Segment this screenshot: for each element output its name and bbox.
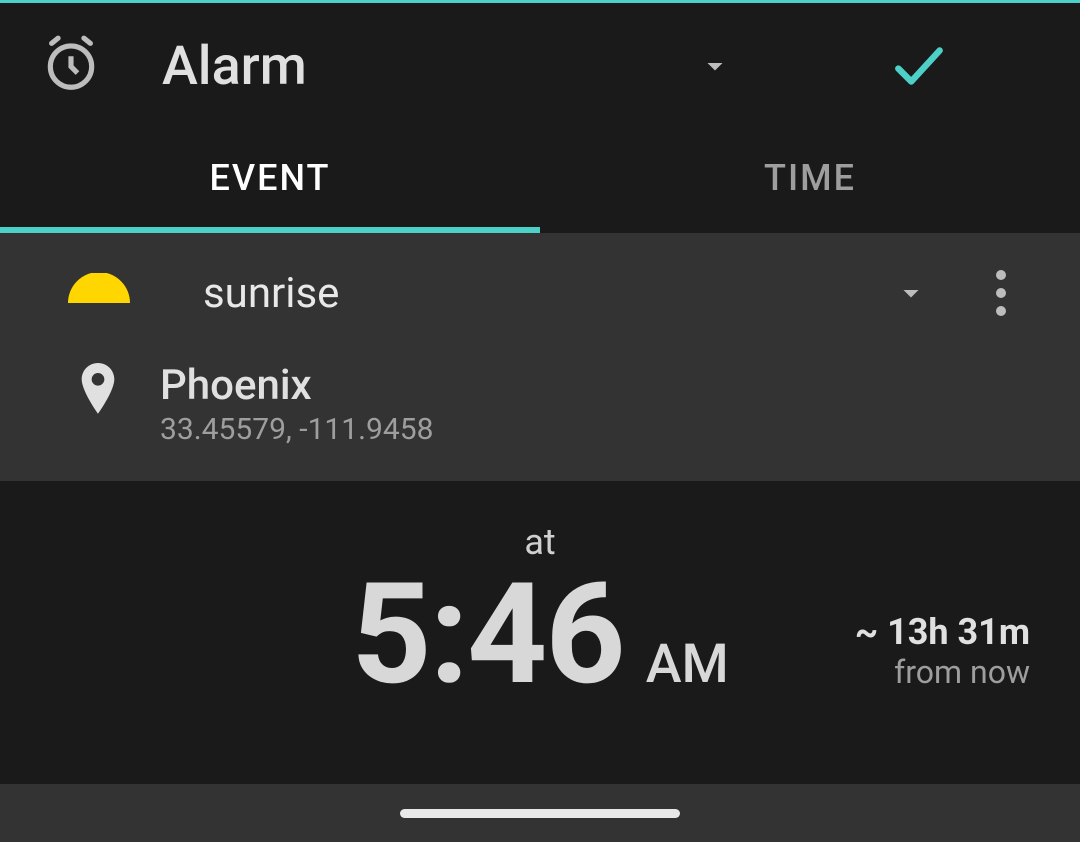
header-dropdown-button[interactable] <box>697 48 733 84</box>
time-value-wrap[interactable]: 5:46 AM <box>351 565 728 705</box>
location-row[interactable]: Phoenix 33.45579, -111.9458 <box>0 343 1080 481</box>
tab-event[interactable]: EVENT <box>0 129 540 233</box>
countdown-label: from now <box>855 653 1030 691</box>
location-text: Phoenix 33.45579, -111.9458 <box>160 361 434 447</box>
sunrise-icon <box>60 273 138 313</box>
time-center: at 5:46 AM <box>351 521 728 705</box>
location-coords: 33.45579, -111.9458 <box>160 412 434 447</box>
alarm-clock-icon <box>40 33 102 99</box>
location-pin-icon <box>76 363 120 425</box>
confirm-button[interactable] <box>888 35 950 97</box>
time-ampm: AM <box>646 633 729 696</box>
drag-handle[interactable] <box>400 809 680 818</box>
time-value: 5:46 <box>351 565 623 705</box>
header: Alarm <box>0 3 1080 129</box>
event-name: sunrise <box>203 269 893 318</box>
location-name: Phoenix <box>160 361 434 410</box>
page-title: Alarm <box>162 35 697 98</box>
event-dropdown-icon[interactable] <box>893 275 929 311</box>
event-panel: sunrise Phoenix 33.45579, -111.9458 <box>0 233 1080 481</box>
countdown: ~ 13h 31m from now <box>855 611 1030 691</box>
bottom-bar <box>0 784 1080 842</box>
more-options-button[interactable] <box>994 267 1008 319</box>
countdown-value: ~ 13h 31m <box>855 611 1030 653</box>
event-selector-row[interactable]: sunrise <box>0 233 1080 343</box>
tab-time[interactable]: TIME <box>540 129 1080 233</box>
tabs: EVENT TIME <box>0 129 1080 233</box>
time-display-panel: at 5:46 AM ~ 13h 31m from now <box>0 481 1080 765</box>
